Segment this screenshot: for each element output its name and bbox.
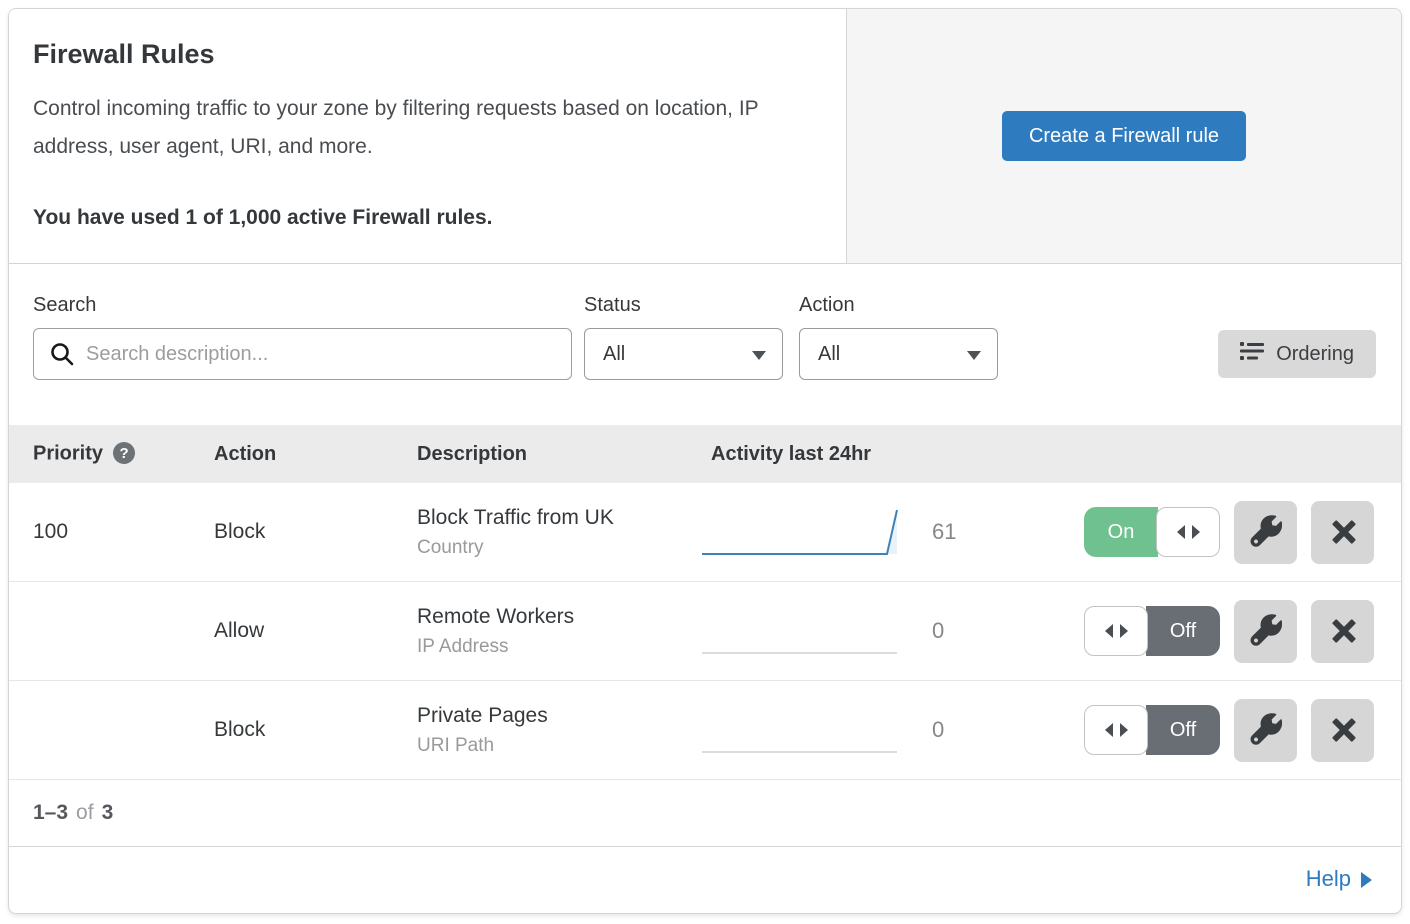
edit-rule-button[interactable] xyxy=(1234,600,1297,663)
ordering-button[interactable]: Ordering xyxy=(1218,330,1376,378)
delete-rule-button[interactable] xyxy=(1311,600,1374,663)
status-select[interactable]: All xyxy=(584,328,783,380)
table-row: Block Private Pages URI Path 0 Off xyxy=(9,681,1401,780)
ordering-button-label: Ordering xyxy=(1276,343,1354,366)
chevron-down-icon xyxy=(752,351,766,360)
rule-description: Remote Workers xyxy=(417,605,701,629)
column-header-activity: Activity last 24hr xyxy=(701,443,1036,466)
toggle-off-label: Off xyxy=(1146,705,1220,755)
action-filter: Action All xyxy=(799,294,998,380)
activity-sparkline xyxy=(701,704,906,756)
rule-description: Block Traffic from UK xyxy=(417,506,701,530)
activity-count: 0 xyxy=(932,717,944,743)
ordering-list-icon xyxy=(1240,340,1264,368)
wrench-icon xyxy=(1250,713,1282,748)
rule-toggle[interactable]: On xyxy=(1084,507,1220,557)
action-cell: Block xyxy=(214,718,417,742)
pagination-of-text: of xyxy=(76,801,94,825)
rule-match-type: IP Address xyxy=(417,636,701,658)
x-icon xyxy=(1328,517,1358,547)
toggle-arrows-icon xyxy=(1177,525,1185,539)
activity-sparkline xyxy=(701,605,906,657)
search-label: Search xyxy=(33,294,572,317)
help-link[interactable]: Help xyxy=(1306,866,1372,892)
action-select-value: All xyxy=(818,343,840,366)
priority-cell: 100 xyxy=(33,520,214,544)
action-cell: Block xyxy=(214,520,417,544)
page-description: Control incoming traffic to your zone by… xyxy=(33,90,805,166)
table-row: Allow Remote Workers IP Address 0 Off xyxy=(9,582,1401,681)
description-cell: Private Pages URI Path xyxy=(417,704,701,757)
rule-match-type: Country xyxy=(417,537,701,559)
table-row: 100 Block Block Traffic from UK Country … xyxy=(9,483,1401,582)
header-text-block: Firewall Rules Control incoming traffic … xyxy=(9,9,846,263)
toggle-on-label: On xyxy=(1084,507,1158,557)
description-cell: Block Traffic from UK Country xyxy=(417,506,701,559)
x-icon xyxy=(1328,715,1358,745)
help-arrow-icon xyxy=(1361,872,1372,888)
filter-bar: Search Status All Action All xyxy=(9,264,1401,425)
delete-rule-button[interactable] xyxy=(1311,699,1374,762)
firewall-rules-card: Firewall Rules Control incoming traffic … xyxy=(8,8,1402,914)
column-header-action: Action xyxy=(214,443,417,466)
toggle-arrows-icon xyxy=(1120,723,1128,737)
chevron-down-icon xyxy=(967,351,981,360)
rule-match-type: URI Path xyxy=(417,735,701,757)
toggle-arrows-icon xyxy=(1105,624,1113,638)
status-filter: Status All xyxy=(584,294,783,380)
activity-sparkline xyxy=(701,506,906,558)
toggle-knob[interactable] xyxy=(1084,705,1148,755)
toggle-arrows-icon xyxy=(1105,723,1113,737)
delete-rule-button[interactable] xyxy=(1311,501,1374,564)
description-cell: Remote Workers IP Address xyxy=(417,605,701,658)
usage-note: You have used 1 of 1,000 active Firewall… xyxy=(33,206,814,230)
toggle-off-label: Off xyxy=(1146,606,1220,656)
activity-cell: 0 xyxy=(701,605,1036,657)
toggle-knob[interactable] xyxy=(1084,606,1148,656)
pagination-range: 1–3 xyxy=(33,801,68,825)
pagination-bar: 1–3 of 3 xyxy=(9,780,1401,847)
priority-help-icon[interactable]: ? xyxy=(113,442,135,464)
action-select[interactable]: All xyxy=(799,328,998,380)
search-input[interactable] xyxy=(33,328,572,380)
status-select-value: All xyxy=(603,343,625,366)
rule-toggle[interactable]: Off xyxy=(1084,705,1220,755)
header-action-panel: Create a Firewall rule xyxy=(846,9,1401,263)
toggle-arrows-icon xyxy=(1120,624,1128,638)
action-cell: Allow xyxy=(214,619,417,643)
help-link-label: Help xyxy=(1306,866,1351,892)
search-block: Search xyxy=(33,294,572,380)
wrench-icon xyxy=(1250,614,1282,649)
toggle-arrows-icon xyxy=(1192,525,1200,539)
status-label: Status xyxy=(584,294,783,317)
create-firewall-rule-button[interactable]: Create a Firewall rule xyxy=(1002,111,1246,161)
activity-cell: 61 xyxy=(701,506,1036,558)
column-header-description: Description xyxy=(417,443,701,466)
activity-cell: 0 xyxy=(701,704,1036,756)
column-header-priority: Priority? xyxy=(33,442,214,466)
activity-count: 61 xyxy=(932,519,956,545)
action-label: Action xyxy=(799,294,998,317)
edit-rule-button[interactable] xyxy=(1234,501,1297,564)
page-title: Firewall Rules xyxy=(33,39,814,70)
row-controls: Off xyxy=(1036,699,1374,762)
pagination-total: 3 xyxy=(102,801,114,825)
table-header: Priority? Action Description Activity la… xyxy=(9,425,1401,483)
row-controls: On xyxy=(1036,501,1374,564)
edit-rule-button[interactable] xyxy=(1234,699,1297,762)
x-icon xyxy=(1328,616,1358,646)
wrench-icon xyxy=(1250,515,1282,550)
header: Firewall Rules Control incoming traffic … xyxy=(9,9,1401,264)
search-icon xyxy=(49,341,75,367)
help-bar: Help xyxy=(9,847,1401,910)
toggle-knob[interactable] xyxy=(1156,507,1220,557)
activity-count: 0 xyxy=(932,618,944,644)
rule-description: Private Pages xyxy=(417,704,701,728)
rule-toggle[interactable]: Off xyxy=(1084,606,1220,656)
row-controls: Off xyxy=(1036,600,1374,663)
